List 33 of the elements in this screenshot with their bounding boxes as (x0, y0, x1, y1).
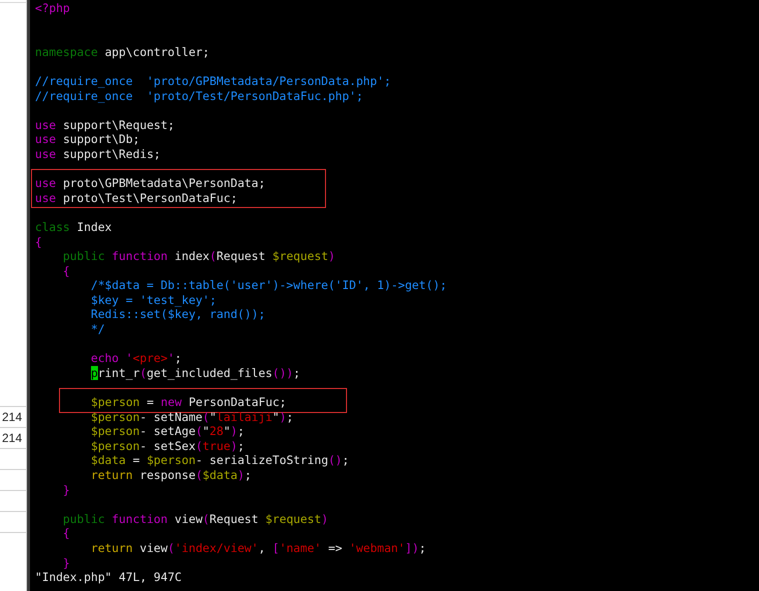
code-line: */ (90, 322, 105, 337)
code-line: namespace app\controller; (35, 44, 210, 60)
code-line: $person- setAge("28"); (90, 424, 244, 439)
code-line: } (62, 482, 70, 498)
code-line: $person- setSex(true); (90, 438, 244, 454)
code-line: $data = $person- serializeToString(); (90, 453, 350, 468)
code-line: use support\Request; (35, 118, 175, 132)
code-line: return view('index/view', ['name' => 'webman']); (90, 540, 426, 556)
status-line: "Index.php" 47L, 947C (35, 570, 182, 585)
code-line: class Index (35, 220, 112, 234)
code-line: return response($data); (90, 468, 252, 483)
code-line: } (62, 556, 70, 570)
code-line: { (62, 264, 70, 278)
code-line: $person- setName("lailaiji"); (90, 410, 294, 424)
code-line: Redis::set($key, rand()); (90, 307, 266, 322)
code-line: { (62, 526, 70, 541)
code-line: //require_once 'proto/GPBMetadata/PersonData.php'; (35, 74, 391, 89)
code-line: /*$data = Db::table('user')->where('ID', 1)->get(); (90, 278, 447, 293)
code-line: print_r(get_included_files()); (90, 366, 300, 380)
code-line: { (35, 234, 42, 250)
code-line: $person = new PersonDataFuc; (90, 395, 286, 410)
code-line: public function view(Request $request) (62, 512, 328, 526)
code-line: use proto\GPBMetadata\PersonData; (35, 176, 266, 191)
code-line: $key = 'test_key'; (90, 292, 216, 308)
table-cell-text: 214 (2, 409, 22, 426)
table-cell-text: 214 (2, 430, 22, 447)
code-line: //require_once 'proto/Test/PersonDataFuc.php'; (35, 88, 364, 104)
code-line: use support\Db; (35, 132, 140, 147)
code-line: <?php (35, 1, 70, 16)
code-line: use proto\Test\PersonDataFuc; (35, 190, 238, 206)
code-line: use support\Redis; (35, 146, 161, 162)
code-line: echo '<pre>'; (90, 351, 182, 366)
code-line: public function index(Request $request) (62, 249, 336, 264)
